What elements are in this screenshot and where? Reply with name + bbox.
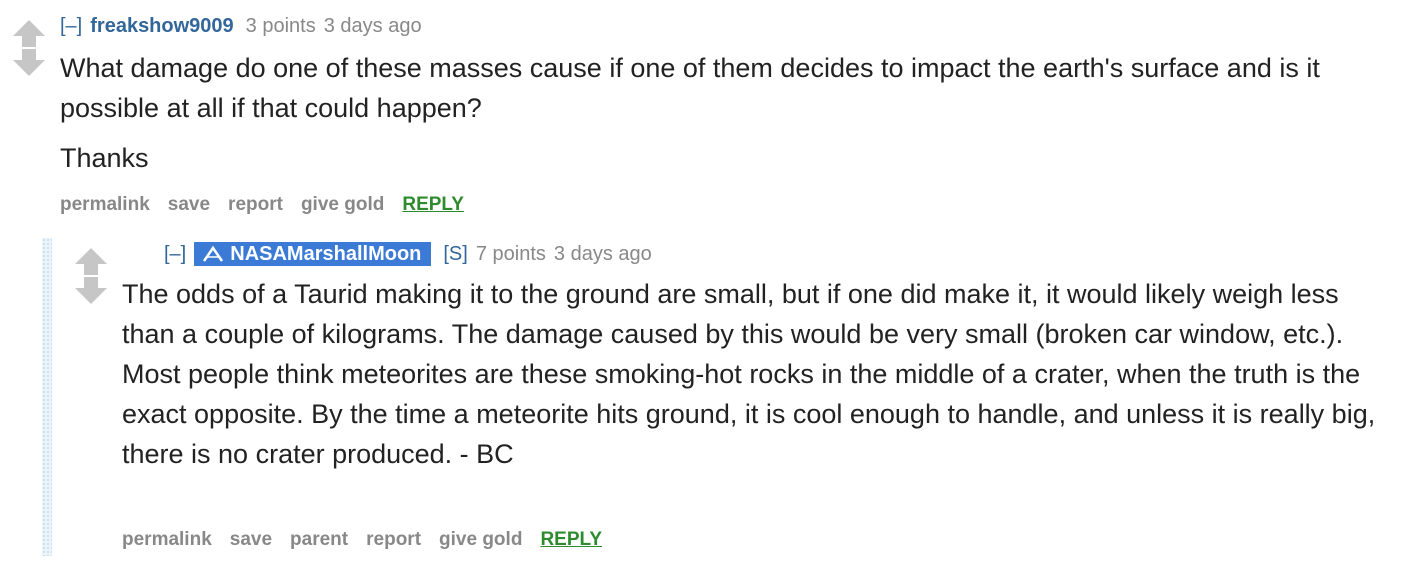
comment-actions: permalink save parent report give gold REPLY xyxy=(122,528,602,552)
give-gold-button[interactable]: give gold xyxy=(439,529,522,550)
vote-arrows xyxy=(74,246,108,306)
save-button[interactable]: save xyxy=(168,194,210,215)
upvote-arrow-icon[interactable] xyxy=(74,246,108,276)
comment-tagline: [–] NASAMarshallMoon [S] 7 points 3 days ago xyxy=(164,242,652,266)
author-link[interactable]: freakshow9009 xyxy=(90,15,233,37)
comment-paragraph: Thanks xyxy=(60,143,149,173)
reply-comment: [–] NASAMarshallMoon [S] 7 points 3 days ago… xyxy=(42,238,1412,558)
author-link: NASAMarshallMoon xyxy=(230,243,422,265)
comment-body: What damage do one of these masses cause… xyxy=(60,48,1380,188)
permalink-button[interactable]: permalink xyxy=(122,529,212,550)
collapse-toggle[interactable]: [–] xyxy=(164,243,186,265)
comment: [–] freakshow9009 3 points 3 days ago What … xyxy=(0,0,1412,240)
score: 3 points xyxy=(245,15,316,37)
vote-arrows xyxy=(12,18,46,78)
submitter-tag[interactable]: [S] xyxy=(443,243,467,265)
save-button[interactable]: save xyxy=(230,529,272,550)
nasa-chevron-icon xyxy=(202,245,224,269)
downvote-arrow-icon[interactable] xyxy=(12,48,46,78)
comment-paragraph: What damage do one of these masses cause… xyxy=(60,53,1320,123)
reply-button[interactable]: REPLY xyxy=(540,529,602,550)
comment-body: The odds of a Taurid making it to the gr… xyxy=(122,274,1382,484)
comment-actions: permalink save report give gold REPLY xyxy=(60,193,464,217)
timestamp: 3 days ago xyxy=(553,243,652,265)
parent-button[interactable]: parent xyxy=(290,529,348,550)
downvote-arrow-icon[interactable] xyxy=(74,276,108,306)
give-gold-button[interactable]: give gold xyxy=(301,194,384,215)
upvote-arrow-icon[interactable] xyxy=(12,18,46,48)
report-button[interactable]: report xyxy=(366,529,421,550)
report-button[interactable]: report xyxy=(228,194,283,215)
permalink-button[interactable]: permalink xyxy=(60,194,150,215)
author-badge[interactable]: NASAMarshallMoon xyxy=(194,242,432,269)
collapse-toggle[interactable]: [–] xyxy=(60,15,82,37)
thread-rail xyxy=(42,238,52,556)
comment-tagline: [–] freakshow9009 3 points 3 days ago xyxy=(60,14,422,38)
score: 7 points xyxy=(475,243,546,265)
comment-paragraph: The odds of a Taurid making it to the gr… xyxy=(122,279,1376,469)
timestamp: 3 days ago xyxy=(323,15,422,37)
reply-button[interactable]: REPLY xyxy=(402,194,464,215)
